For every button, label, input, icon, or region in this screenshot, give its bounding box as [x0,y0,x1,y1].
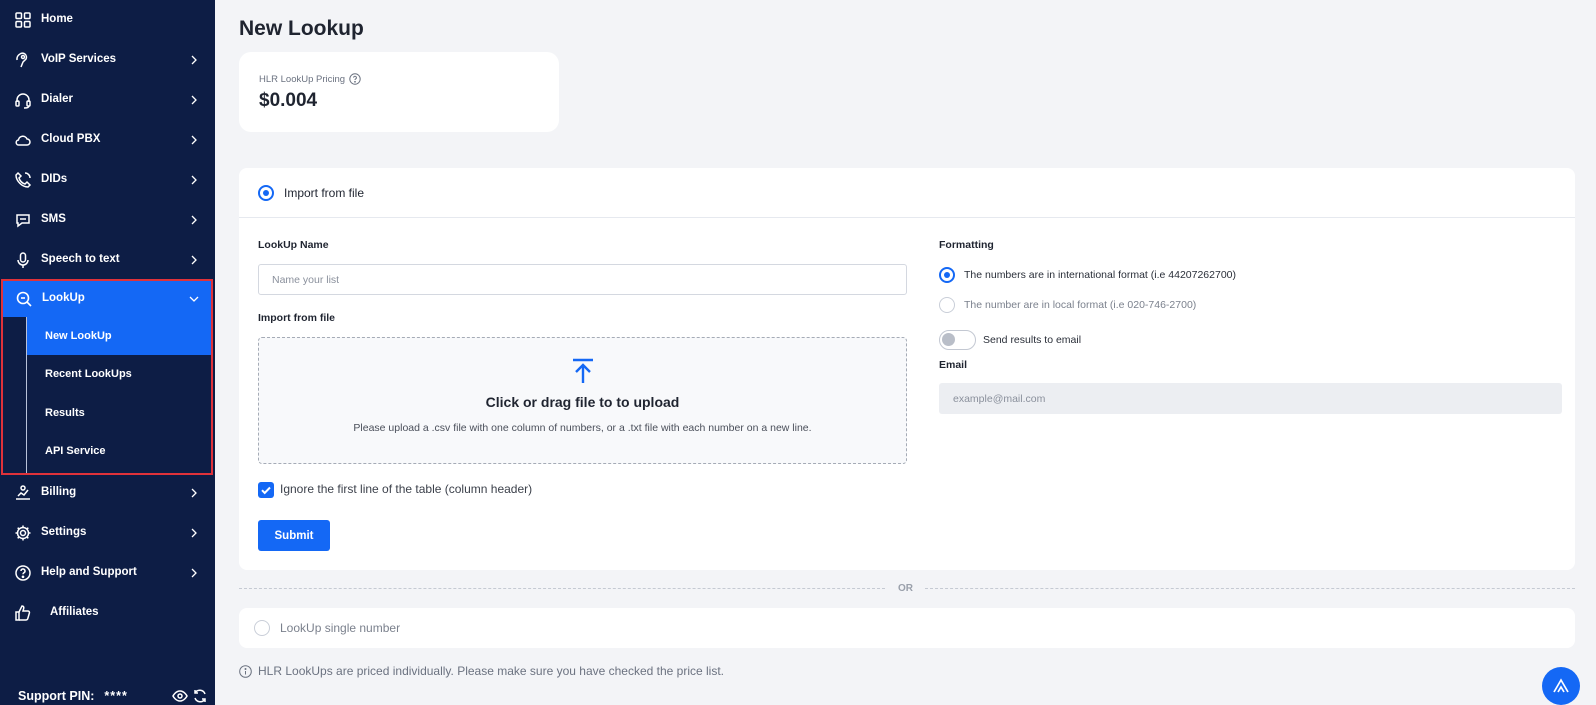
lookup-single-number-radio[interactable] [254,620,270,636]
upload-icon [570,357,596,385]
dropzone-title: Click or drag file to to upload [485,394,680,410]
formatting-label: Formatting [939,239,994,251]
pricing-label: HLR LookUp Pricing [259,73,346,85]
sidebar-item-label: Home [41,13,73,25]
headset-icon [14,91,32,109]
chevron-right-icon [189,215,199,225]
thumbs-up-icon [14,604,32,622]
sidebar-item-billing[interactable]: Billing [0,473,215,513]
sidebar-item-label: DIDs [41,173,68,185]
sidebar-item-home[interactable]: Home [0,0,215,40]
lookup-single-number-card: LookUp single number [239,608,1575,648]
sidebar-item-label: Billing [41,486,77,498]
international-format-radio[interactable] [939,267,955,283]
support-pin-actions [172,689,208,703]
question-icon[interactable] [349,73,361,85]
pricing-note-text: HLR LookUps are priced individually. Ple… [258,664,725,678]
chevron-right-icon [189,255,199,265]
lookup-single-number-label: LookUp single number [280,621,401,635]
assistant-fab-button[interactable] [1542,667,1580,705]
refresh-icon[interactable] [192,689,208,703]
sidebar-item-label: Speech to text [41,253,120,265]
assistant-icon [1553,678,1569,693]
sidebar-item-label: Settings [41,526,87,538]
lookup-name-input[interactable] [258,264,907,295]
billing-icon [14,484,32,502]
pricing-card: HLR LookUp Pricing $0.004 [239,52,559,132]
or-divider-right [925,588,1575,589]
sidebar: Home VoIP Services Dialer Cloud PBX DIDs… [0,0,215,705]
pricing-value: $0.004 [259,90,318,111]
microphone-icon [14,251,32,269]
sidebar-item-label: VoIP Services [41,53,117,65]
sidebar-subitem-new-lookup[interactable]: New LookUp [27,317,211,355]
send-results-email-toggle[interactable] [939,330,976,350]
import-from-file-card: Import from file LookUp Name Import from… [239,168,1575,570]
lookup-name-label: LookUp Name [258,239,329,251]
search-icon [15,290,33,308]
sidebar-item-lookup[interactable]: LookUp [3,281,211,317]
eye-icon[interactable] [172,689,188,703]
chevron-right-icon [189,528,199,538]
import-file-label: Import from file [258,312,336,324]
sms-icon [14,211,32,229]
pricing-note: HLR LookUps are priced individually. Ple… [239,664,724,678]
support-pin: Support PIN: **** [18,689,128,703]
sidebar-item-dids[interactable]: DIDs [0,160,215,200]
international-format-label: The numbers are in international format … [964,269,1236,281]
import-from-file-option-label: Import from file [284,186,365,200]
file-upload-dropzone[interactable]: Click or drag file to to upload Please u… [258,337,907,464]
local-format-label: The number are in local format (i.e 020-… [964,299,1197,311]
support-pin-value: **** [104,689,128,703]
email-label: Email [939,359,968,371]
sidebar-item-speech-to-text[interactable]: Speech to text [0,240,215,280]
sidebar-item-label: Affiliates [50,606,99,618]
or-divider-label: OR [898,583,913,594]
sidebar-item-dialer[interactable]: Dialer [0,80,215,120]
email-input[interactable] [939,383,1562,414]
submit-button[interactable]: Submit [258,520,330,551]
info-icon [239,664,252,678]
ignore-header-label: Ignore the first line of the table (colu… [280,482,533,496]
sidebar-item-label: Help and Support [41,566,137,578]
local-format-radio[interactable] [939,297,955,313]
sidebar-item-label: LookUp [42,292,85,304]
voip-icon [14,51,32,69]
import-card-header: Import from file [239,168,1575,218]
support-pin-label: Support PIN: [18,689,95,703]
sidebar-item-label: Dialer [41,93,73,105]
help-icon [14,564,32,582]
sidebar-subitem-api-service[interactable]: API Service [27,432,211,470]
dropzone-description: Please upload a .csv file with one colum… [353,422,812,434]
sidebar-subitem-recent-lookups[interactable]: Recent LookUps [27,355,211,393]
ignore-header-checkbox[interactable] [258,482,274,498]
sidebar-item-label: SMS [41,213,66,225]
import-from-file-radio[interactable] [258,185,274,201]
toggle-knob [942,333,955,346]
sidebar-item-affiliates[interactable]: Affiliates [0,593,215,633]
grid-icon [14,11,32,29]
sidebar-item-sms[interactable]: SMS [0,200,215,240]
sidebar-item-cloud-pbx[interactable]: Cloud PBX [0,120,215,160]
or-divider-left [239,588,885,589]
lookup-menu-group: LookUp New LookUp Recent LookUps Results… [1,279,213,475]
sidebar-item-voip-services[interactable]: VoIP Services [0,40,215,80]
chevron-right-icon [189,568,199,578]
gear-icon [14,524,32,542]
chevron-down-icon [189,294,199,304]
sidebar-item-label: Cloud PBX [41,133,101,145]
chevron-right-icon [189,55,199,65]
page-title: New Lookup [239,17,364,40]
chevron-right-icon [189,175,199,185]
send-results-email-label: Send results to email [983,334,1082,346]
chevron-right-icon [189,135,199,145]
sidebar-subitem-results[interactable]: Results [27,394,211,432]
chevron-right-icon [189,95,199,105]
phone-icon [14,171,32,189]
pricing-label-row: HLR LookUp Pricing [259,73,361,85]
cloud-icon [14,131,32,149]
chevron-right-icon [189,488,199,498]
sidebar-item-settings[interactable]: Settings [0,513,215,553]
sidebar-item-help-and-support[interactable]: Help and Support [0,553,215,593]
